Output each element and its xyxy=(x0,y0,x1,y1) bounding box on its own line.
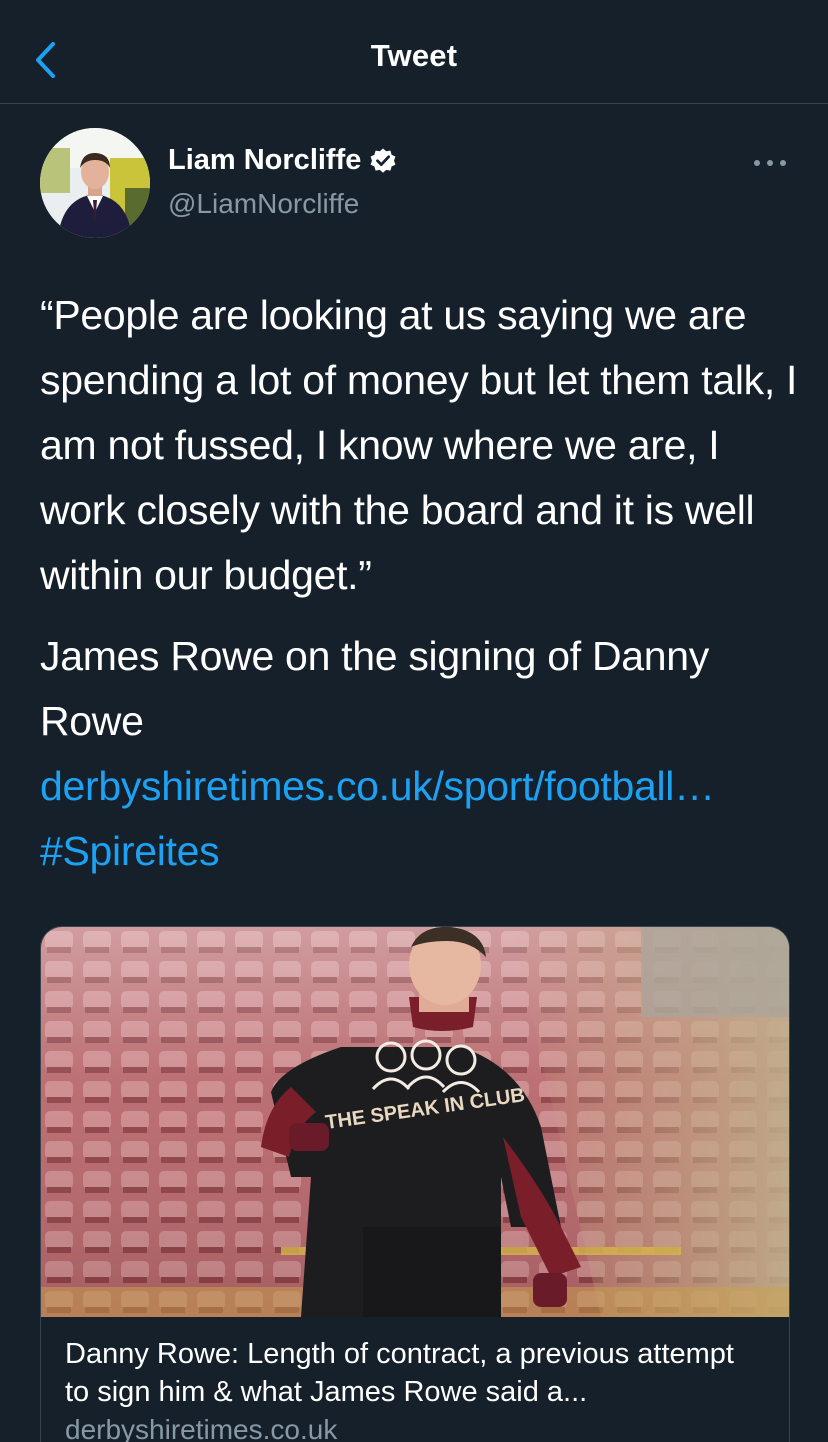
tweet-caption: James Rowe on the signing of Danny Rowe xyxy=(40,633,709,744)
ellipsis-icon xyxy=(754,160,786,166)
author-display-name: Liam Norcliffe xyxy=(168,144,362,176)
tweet-link[interactable]: derbyshiretimes.co.uk/sport/football… xyxy=(40,754,800,819)
hashtag-link[interactable]: #Spireites xyxy=(40,819,800,884)
link-card-domain: derbyshiretimes.co.uk xyxy=(65,1414,338,1442)
page-title: Tweet xyxy=(370,38,458,73)
tweet-text: “People are looking at us saying we are … xyxy=(40,283,800,884)
link-preview-card[interactable]: THE SPEAK IN CLUB Danny Rowe: Length of … xyxy=(40,926,790,1442)
author-name-row[interactable]: Liam Norcliffe xyxy=(168,144,397,177)
avatar[interactable] xyxy=(40,128,150,238)
avatar-photo xyxy=(40,128,150,238)
more-options-button[interactable] xyxy=(740,148,800,178)
verified-badge-icon xyxy=(370,148,396,173)
tweet-author: Liam Norcliffe @LiamNorcliffe xyxy=(40,128,800,240)
link-card-meta: Danny Rowe: Length of contract, a previo… xyxy=(65,1335,765,1442)
link-preview-image: THE SPEAK IN CLUB xyxy=(41,927,789,1317)
tweet-quote: “People are looking at us saying we are … xyxy=(40,292,798,598)
tweet-detail-screen: Tweet Liam Norcliffe @LiamNorcliffe “Peo… xyxy=(0,0,828,1442)
top-nav-bar: Tweet xyxy=(0,0,828,104)
author-handle[interactable]: @LiamNorcliffe xyxy=(168,188,359,220)
link-card-title: Danny Rowe: Length of contract, a previo… xyxy=(65,1338,734,1408)
